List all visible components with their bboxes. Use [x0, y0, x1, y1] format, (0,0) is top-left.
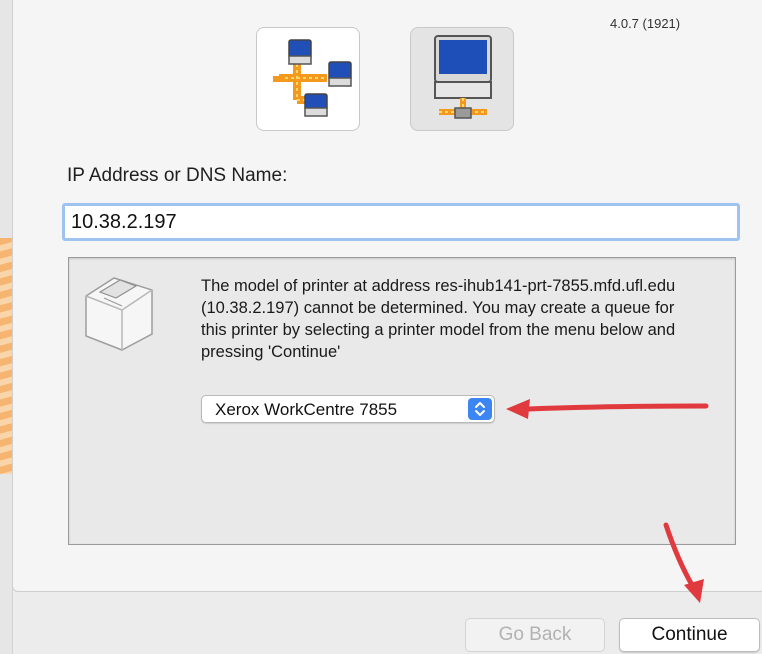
- annotation-arrow-icon: [506, 399, 709, 419]
- printer-icon: [85, 277, 153, 351]
- printer-model-message: The model of printer at address res-ihub…: [201, 277, 676, 361]
- ip-address-label: IP Address or DNS Name:: [67, 165, 288, 186]
- background-stripes: [0, 238, 12, 474]
- network-printers-icon: [273, 39, 352, 117]
- ip-printer-button[interactable]: [410, 27, 514, 131]
- chevron-updown-icon[interactable]: [468, 398, 492, 420]
- version-label: 4.0.7 (1921): [610, 16, 681, 31]
- ip-printer-icon: [434, 35, 492, 119]
- ip-address-input[interactable]: [62, 203, 740, 241]
- printer-model-select[interactable]: Xerox WorkCentre 7855: [201, 395, 495, 423]
- network-printers-button[interactable]: [256, 27, 360, 131]
- go-back-button[interactable]: Go Back: [465, 618, 605, 652]
- annotation-arrow-icon: [663, 522, 704, 603]
- continue-button[interactable]: Continue: [619, 618, 760, 652]
- printer-model-value: Xerox WorkCentre 7855: [215, 400, 398, 419]
